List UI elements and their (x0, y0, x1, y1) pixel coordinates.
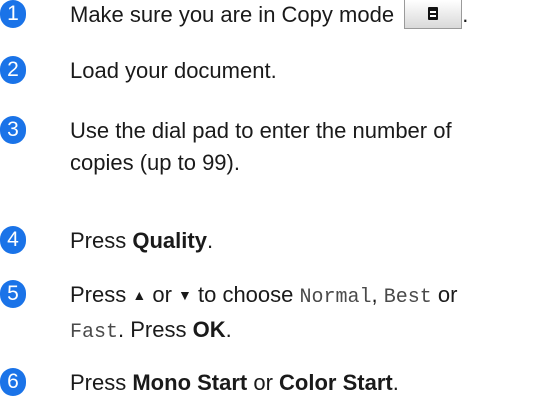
step-text: Make sure you are in Copy mode (70, 2, 395, 27)
option-normal: Normal (299, 286, 372, 309)
mono-start-key-label: Mono Start (132, 370, 248, 395)
step-number: 5 (0, 280, 26, 308)
step-number: 3 (0, 116, 26, 144)
color-start-key-label: Color Start (279, 370, 393, 395)
step-number: 1 (0, 0, 26, 28)
step-text-line: Use the dial pad to enter the number of (70, 118, 452, 143)
step-number: 2 (0, 56, 26, 84)
up-arrow-icon: ▲ (132, 287, 147, 303)
step-number: 4 (0, 226, 26, 254)
down-arrow-icon: ▼ (178, 287, 192, 303)
ok-key-label: OK (192, 317, 226, 342)
option-best: Best (383, 286, 432, 309)
step-text: Load your document. (70, 58, 277, 83)
step-number: 6 (0, 368, 26, 396)
copy-mode-icon (428, 7, 439, 21)
step-text-line: copies (up to 99). (70, 150, 240, 175)
quality-key-label: Quality (132, 228, 207, 253)
copy-mode-button[interactable] (404, 0, 463, 30)
option-fast: Fast (70, 321, 119, 344)
